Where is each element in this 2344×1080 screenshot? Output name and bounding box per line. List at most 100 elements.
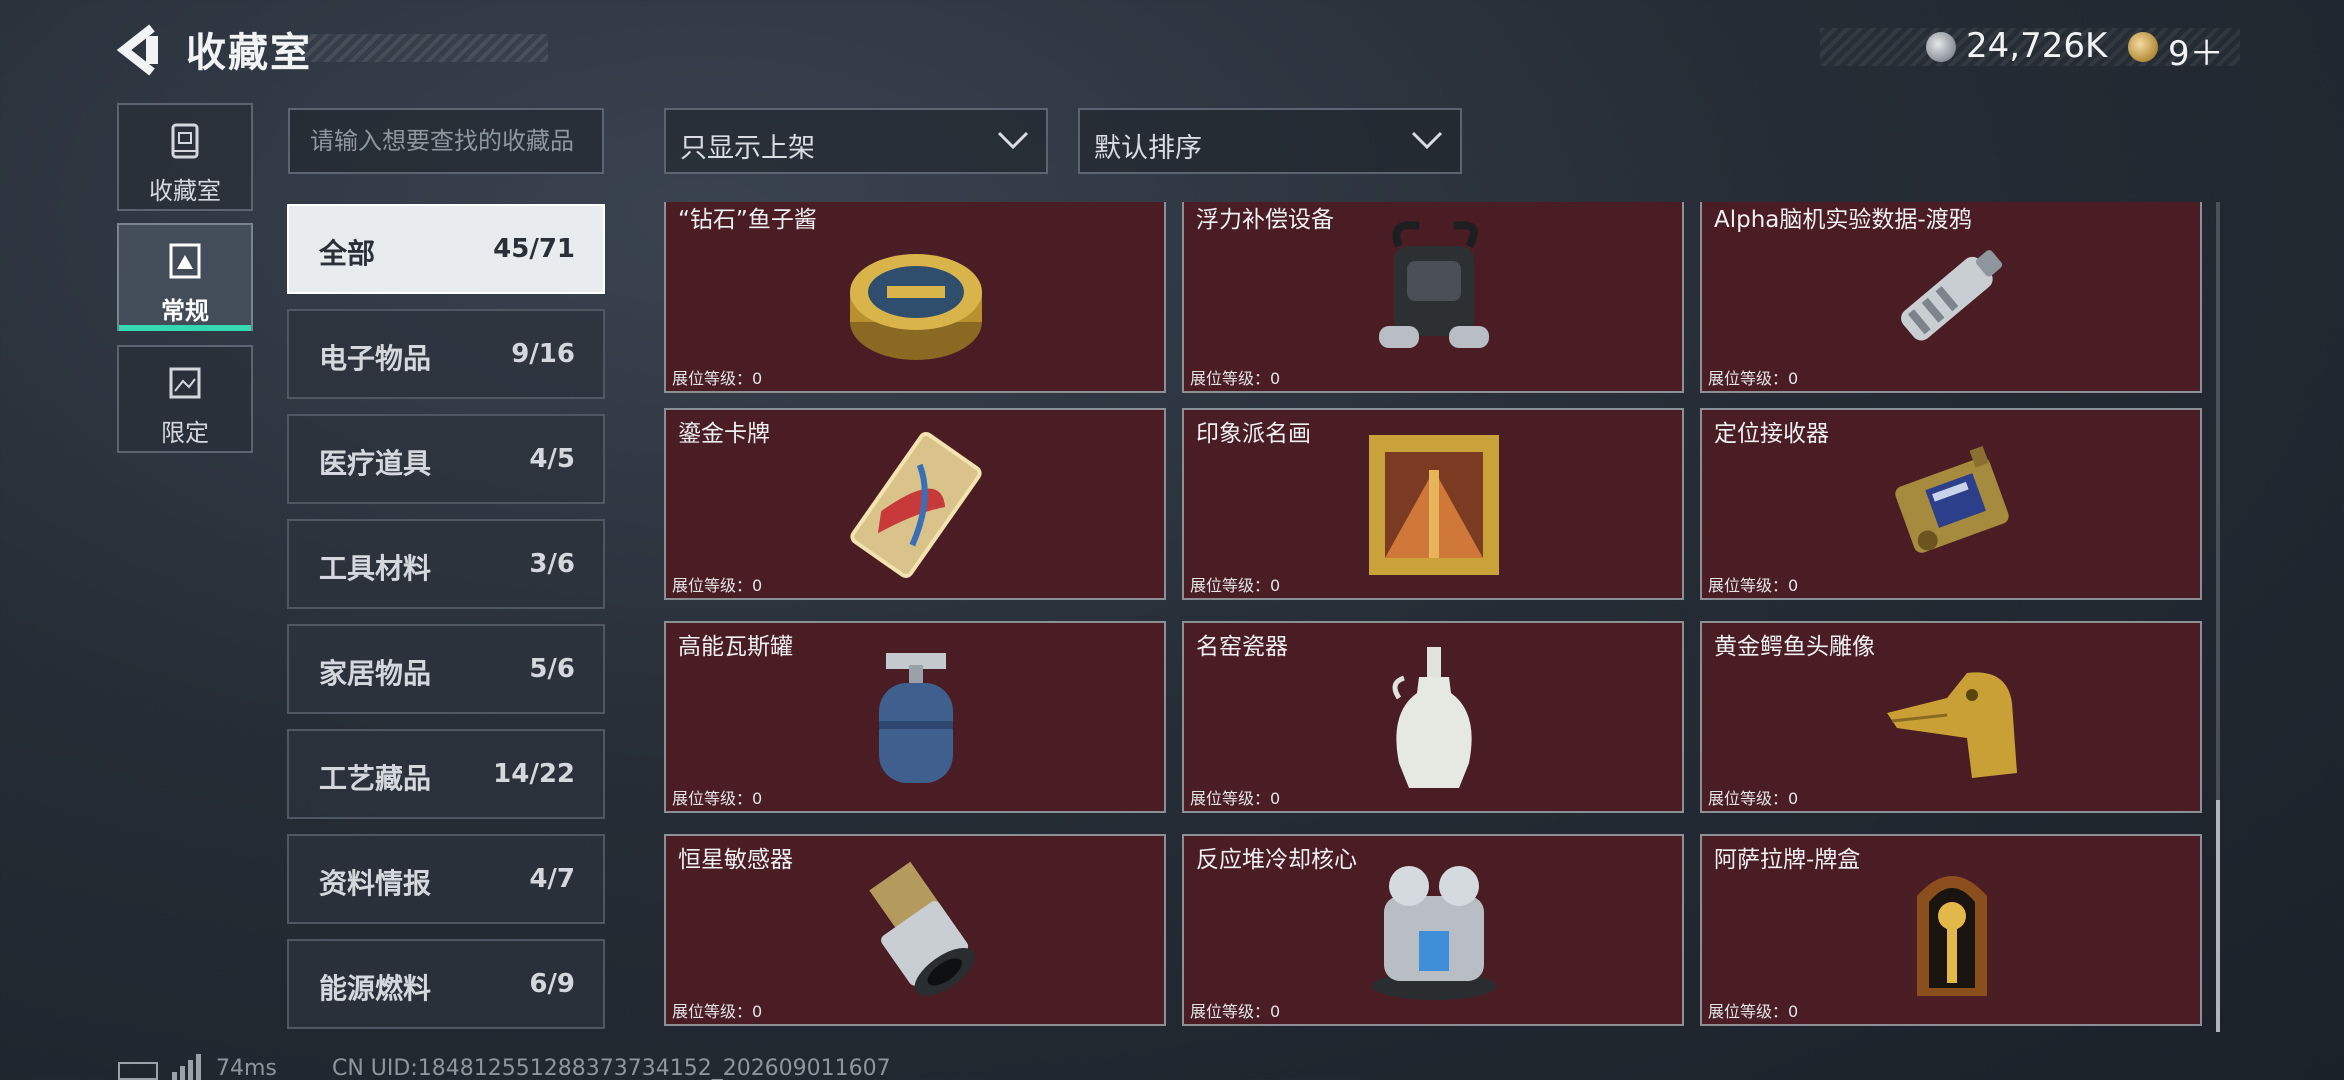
sort-label: 默认排序 [1094,133,1202,164]
booth-level: 展位等级：0 [672,1002,763,1021]
star-sensor-icon [869,861,975,996]
item-name: 浮力补偿设备 [1196,207,1334,233]
booth-level: 展位等级：0 [1190,789,1281,808]
booth-level: 展位等级：0 [672,789,763,808]
category-count: 14/22 [493,759,575,789]
category-electronics[interactable]: 电子物品 9/16 [287,309,605,399]
item-card-locator-receiver[interactable]: 定位接收器 展位等级：0 [1700,408,2202,600]
item-card-gilded-card[interactable]: 鎏金卡牌 展位等级：0 [664,408,1166,600]
category-name: 电子物品 [319,342,432,375]
ticket-icon [2128,32,2158,62]
gold-crocodile-icon [1887,672,2017,778]
category-name: 医疗道具 [319,447,432,480]
category-name: 全部 [319,237,376,270]
signal-icon [172,1054,201,1080]
vault-icon [171,123,199,159]
booth-level: 展位等级：0 [1708,576,1799,595]
battery-icon [118,1062,158,1080]
nav-tab-label: 常规 [161,297,209,325]
item-name: 印象派名画 [1196,421,1311,447]
item-name: 恒星敏感器 [678,847,793,873]
category-intel[interactable]: 资料情报 4/7 [287,834,605,924]
item-name: 高能瓦斯罐 [678,634,793,660]
category-count: 45/71 [493,234,575,264]
item-card-star-sensor[interactable]: 恒星敏感器 展位等级：0 [664,834,1166,1026]
item-card-painting[interactable]: 印象派名画 展位等级：0 [1182,408,1684,600]
category-tools[interactable]: 工具材料 3/6 [287,519,605,609]
ping-value: 74ms [216,1056,277,1080]
gas-canister-icon [879,653,953,783]
scrollbar-thumb[interactable] [2216,800,2220,1032]
item-card-porcelain[interactable]: 名窑瓷器 展位等级：0 [1182,621,1684,813]
buoyancy-device-icon [1379,221,1489,348]
category-name: 工艺藏品 [319,762,432,795]
sort-dropdown[interactable]: 默认排序 [1078,108,1462,174]
gilded-card-icon [850,432,982,578]
collection-grid[interactable]: “钻石”鱼子酱 展位等级：0 浮力补偿设备 展位等级：0 Alpha脑机实验数据… [664,202,2204,1032]
title-decoration [300,34,548,62]
category-count: 4/5 [529,444,575,474]
display-filter-label: 只显示上架 [680,133,815,164]
reactor-core-icon [1372,866,1496,1000]
item-name: “钻石”鱼子酱 [678,207,817,233]
item-name: 阿萨拉牌-牌盒 [1714,847,1861,873]
nav-tab-vault[interactable]: 收藏室 [117,103,253,211]
item-card-gold-crocodile[interactable]: 黄金鳄鱼头雕像 展位等级：0 [1700,621,2202,813]
category-crafts[interactable]: 工艺藏品 14/22 [287,729,605,819]
category-count: 5/6 [529,654,575,684]
item-card-buoyancy-device[interactable]: 浮力补偿设备 展位等级：0 [1182,202,1684,393]
painting-icon [1369,435,1499,575]
booth-level: 展位等级：0 [672,369,763,388]
item-name: 黄金鳄鱼头雕像 [1714,634,1875,660]
category-all[interactable]: 全部 45/71 [287,204,605,294]
booth-level: 展位等级：0 [672,576,763,595]
item-card-reactor-core[interactable]: 反应堆冷却核心 展位等级：0 [1182,834,1684,1026]
ticket-balance[interactable]: 9＋ [2168,26,2224,75]
booth-level: 展位等级：0 [1708,789,1799,808]
back-button[interactable] [112,22,172,78]
item-name: 定位接收器 [1714,421,1829,447]
category-count: 6/9 [529,969,575,999]
data-drive-icon [1901,250,2003,341]
coin-icon [1926,32,1956,62]
page-title: 收藏室 [186,30,312,76]
nav-tab-label: 限定 [161,419,209,447]
category-name: 能源燃料 [319,972,432,1005]
coin-balance: 24,726K [1966,26,2108,66]
locator-receiver-icon [1895,445,2009,553]
category-name: 资料情报 [319,867,432,900]
item-card-gas-canister[interactable]: 高能瓦斯罐 展位等级：0 [664,621,1166,813]
frame-icon [169,243,201,279]
booth-level: 展位等级：0 [1708,369,1799,388]
nav-tab-label: 收藏室 [149,177,221,205]
item-name: 反应堆冷却核心 [1196,847,1357,873]
category-household[interactable]: 家居物品 5/6 [287,624,605,714]
nav-tab-regular[interactable]: 常规 [117,223,253,331]
display-filter-dropdown[interactable]: 只显示上架 [664,108,1048,174]
card-box-icon [1917,876,1987,996]
picture-icon [169,367,201,399]
porcelain-vase-icon [1392,647,1472,788]
item-card-caviar[interactable]: “钻石”鱼子酱 展位等级：0 [664,202,1166,393]
chevron-down-icon [997,131,1029,150]
item-card-card-box[interactable]: 阿萨拉牌-牌盒 展位等级：0 [1700,834,2202,1026]
category-name: 家居物品 [319,657,432,690]
caviar-tin-icon [850,254,982,360]
nav-tab-limited[interactable]: 限定 [117,345,253,453]
item-name: 名窑瓷器 [1196,634,1288,660]
category-energy[interactable]: 能源燃料 6/9 [287,939,605,1029]
category-count: 3/6 [529,549,575,579]
booth-level: 展位等级：0 [1190,576,1281,595]
booth-level: 展位等级：0 [1190,369,1281,388]
booth-level: 展位等级：0 [1708,1002,1799,1021]
item-name: 鎏金卡牌 [678,421,770,447]
user-uid: CN UID:184812551288373734152_20260901160… [332,1056,891,1080]
search-input[interactable] [288,108,604,174]
chevron-down-icon [1411,131,1443,150]
item-card-alpha-data[interactable]: Alpha脑机实验数据-渡鸦 展位等级：0 [1700,202,2202,393]
category-medical[interactable]: 医疗道具 4/5 [287,414,605,504]
category-count: 4/7 [529,864,575,894]
category-name: 工具材料 [319,552,432,585]
category-count: 9/16 [511,339,575,369]
booth-level: 展位等级：0 [1190,1002,1281,1021]
